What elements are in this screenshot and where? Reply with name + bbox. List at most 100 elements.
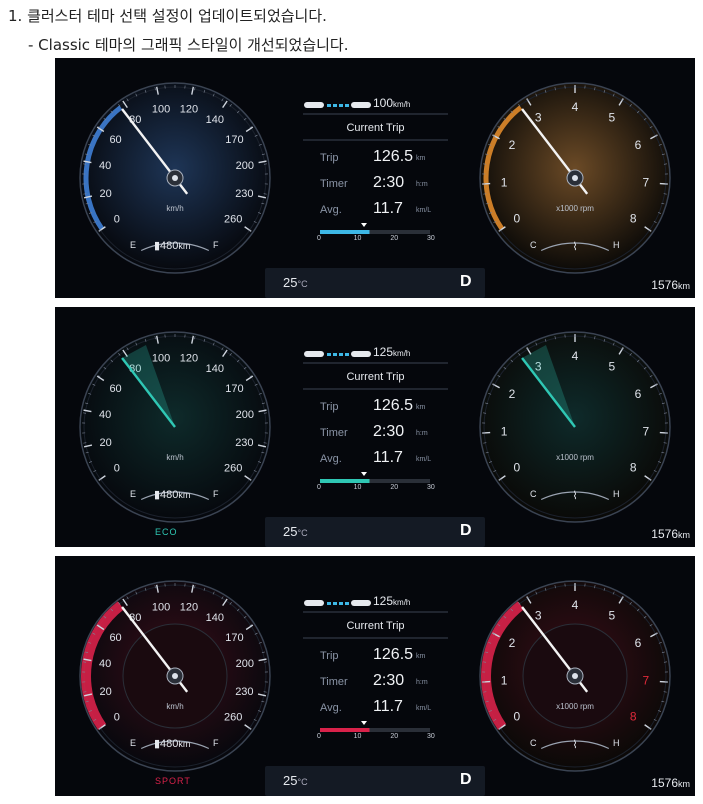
timer-label: Timer bbox=[320, 178, 348, 190]
fuel-full-label: F bbox=[213, 240, 219, 250]
rpm-unit-label: x1000 rpm bbox=[556, 453, 594, 462]
outside-temperature-unit: °C bbox=[297, 528, 308, 538]
speed-unit-label: km/h bbox=[166, 204, 183, 213]
eco-scale-label: 30 bbox=[427, 235, 435, 242]
fuel-full-label: F bbox=[213, 738, 219, 748]
speed-tick-label: 20 bbox=[99, 188, 111, 200]
trip-label: Trip bbox=[320, 650, 339, 662]
timer-label: Timer bbox=[320, 676, 348, 688]
fuel-range: ▮480km bbox=[154, 489, 191, 501]
speed-tick-label: 100 bbox=[152, 103, 170, 115]
speed-tick-label: 0 bbox=[114, 712, 120, 724]
eco-scale-label: 20 bbox=[390, 484, 399, 491]
rpm-tick-label: 1 bbox=[501, 176, 508, 190]
speed-tick-label: 40 bbox=[99, 160, 111, 172]
eco-scale-label: 30 bbox=[427, 733, 435, 740]
odometer-unit: km bbox=[678, 779, 690, 789]
temp-cold-label: C bbox=[530, 240, 537, 250]
fuel-range: ▮480km bbox=[154, 240, 191, 252]
outside-temperature: 25°C bbox=[283, 275, 308, 290]
trip-row: Trip 126.5 km bbox=[320, 148, 440, 168]
timer-row: Timer 2:30 h:m bbox=[320, 672, 440, 692]
odometer-unit: km bbox=[678, 281, 690, 291]
cruise-speed: 100km/h bbox=[373, 96, 411, 110]
trip-label: Trip bbox=[320, 152, 339, 164]
speed-unit-label: km/h bbox=[166, 453, 183, 462]
rpm-tick-label: 0 bbox=[513, 461, 520, 475]
rpm-tick-label: 8 bbox=[630, 461, 637, 475]
speed-tick-label: 60 bbox=[109, 383, 121, 395]
speed-tick-label: 260 bbox=[224, 712, 242, 724]
rpm-tick-label: 1 bbox=[501, 425, 508, 439]
avg-unit: km/L bbox=[416, 456, 432, 463]
avg-row: Avg. 11.7 km/L bbox=[320, 200, 440, 220]
rpm-tick-label: 5 bbox=[608, 110, 615, 124]
rpm-tick-label: 7 bbox=[643, 176, 650, 190]
eco-scale-label: 0 bbox=[317, 235, 321, 242]
avg-label: Avg. bbox=[320, 453, 342, 465]
speed-tick-label: 170 bbox=[225, 383, 243, 395]
cruise-speed-unit: km/h bbox=[393, 100, 411, 109]
speed-unit-label: km/h bbox=[166, 702, 183, 711]
avg-label: Avg. bbox=[320, 702, 342, 714]
cruise-speed: 125km/h bbox=[373, 345, 411, 359]
trip-panel-title: Current Trip bbox=[346, 122, 405, 134]
trip-value: 126.5 bbox=[373, 397, 414, 414]
rpm-tick-label: 2 bbox=[509, 138, 516, 152]
fuel-range: ▮480km bbox=[154, 738, 191, 750]
odometer: 1576km bbox=[651, 278, 690, 292]
outside-temperature-unit: °C bbox=[297, 279, 308, 289]
rpm-tick-label: 3 bbox=[535, 110, 542, 124]
avg-row: Avg. 11.7 km/L bbox=[320, 698, 440, 718]
speed-tick-label: 100 bbox=[152, 601, 170, 613]
speed-tick-label: 170 bbox=[225, 134, 243, 146]
speed-tick-label: 20 bbox=[99, 437, 111, 449]
trip-unit: km bbox=[416, 155, 426, 162]
rpm-tick-label: 4 bbox=[572, 100, 579, 114]
rpm-tick-label: 0 bbox=[513, 710, 520, 724]
cruise-speed: 125km/h bbox=[373, 594, 411, 608]
rpm-tick-label: 5 bbox=[608, 608, 615, 622]
rpm-tick-label: 6 bbox=[635, 387, 642, 401]
section-heading: 1. 클러스터 테마 선택 설정이 업데이트되었습니다. bbox=[8, 7, 327, 25]
trip-panel: Current Trip Trip 126.5 km Timer 2:30 h:m Avg. 1… bbox=[303, 58, 448, 243]
trip-panel-title: Current Trip bbox=[346, 371, 405, 383]
avg-value: 11.7 bbox=[373, 449, 403, 466]
rpm-tick-label: 6 bbox=[635, 138, 642, 152]
odometer: 1576km bbox=[651, 776, 690, 790]
timer-value: 2:30 bbox=[373, 423, 405, 440]
speed-tick-label: 230 bbox=[235, 686, 253, 698]
tachometer: 012345678x1000 rpmC H⌇ bbox=[479, 331, 671, 523]
timer-unit: h:m bbox=[416, 430, 428, 437]
coolant-temp-icon: ⌇ bbox=[572, 240, 577, 253]
rpm-tick-label: 7 bbox=[643, 674, 650, 688]
temp-cold-label: C bbox=[530, 489, 537, 499]
status-bar: 25°C D bbox=[265, 517, 485, 547]
temp-hot-label: H bbox=[613, 240, 620, 250]
rpm-tick-label: 0 bbox=[513, 212, 520, 226]
speed-tick-label: 200 bbox=[236, 409, 254, 421]
trip-unit: km bbox=[416, 653, 426, 660]
fuel-range-unit: km bbox=[178, 490, 191, 500]
rpm-tick-label: 6 bbox=[635, 636, 642, 650]
distance-car-icon bbox=[304, 102, 371, 108]
coolant-temp-icon: ⌇ bbox=[572, 738, 577, 751]
avg-unit: km/L bbox=[416, 207, 432, 214]
speed-tick-label: 170 bbox=[225, 632, 243, 644]
eco-scale-label: 0 bbox=[317, 484, 321, 491]
speed-tick-label: 40 bbox=[99, 658, 111, 670]
rpm-tick-label: 2 bbox=[509, 636, 516, 650]
speed-tick-label: 100 bbox=[152, 352, 170, 364]
trip-panel: Current Trip Trip 126.5 km Timer 2:30 h:m Avg. 1… bbox=[303, 307, 448, 492]
trip-value: 126.5 bbox=[373, 646, 414, 663]
eco-scale-label: 10 bbox=[353, 484, 362, 491]
rpm-tick-label: 2 bbox=[509, 387, 516, 401]
speed-tick-label: 0 bbox=[114, 463, 120, 475]
trip-panel-title: Current Trip bbox=[346, 620, 405, 632]
outside-temperature: 25°C bbox=[283, 524, 308, 539]
avg-value: 11.7 bbox=[373, 698, 403, 715]
speed-tick-label: 40 bbox=[99, 409, 111, 421]
tachometer: 012345678x1000 rpmC H⌇ bbox=[479, 82, 671, 274]
speed-tick-label: 260 bbox=[224, 214, 242, 226]
outside-temperature-unit: °C bbox=[297, 777, 308, 787]
